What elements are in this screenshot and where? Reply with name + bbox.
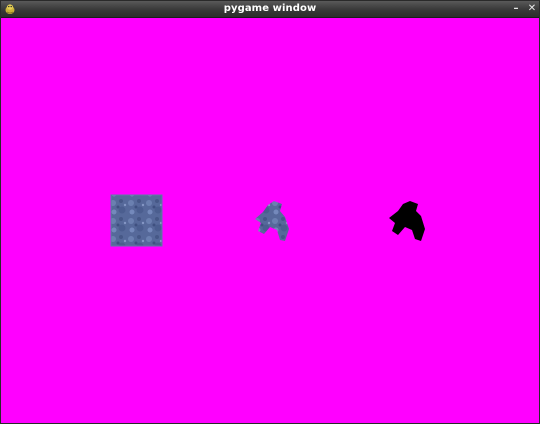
textured-arrow-sprite: [255, 201, 289, 241]
black-arrow-sprite: [389, 201, 425, 241]
pygame-window: pygame window – ✕: [0, 0, 540, 424]
close-button[interactable]: ✕: [525, 2, 539, 16]
sprite-layer: [110, 194, 425, 247]
minimize-button[interactable]: –: [509, 2, 523, 16]
game-canvas[interactable]: [1, 18, 539, 423]
title-bar[interactable]: pygame window – ✕: [1, 1, 539, 18]
window-title: pygame window: [223, 3, 317, 14]
textured-square-sprite: [110, 194, 163, 247]
